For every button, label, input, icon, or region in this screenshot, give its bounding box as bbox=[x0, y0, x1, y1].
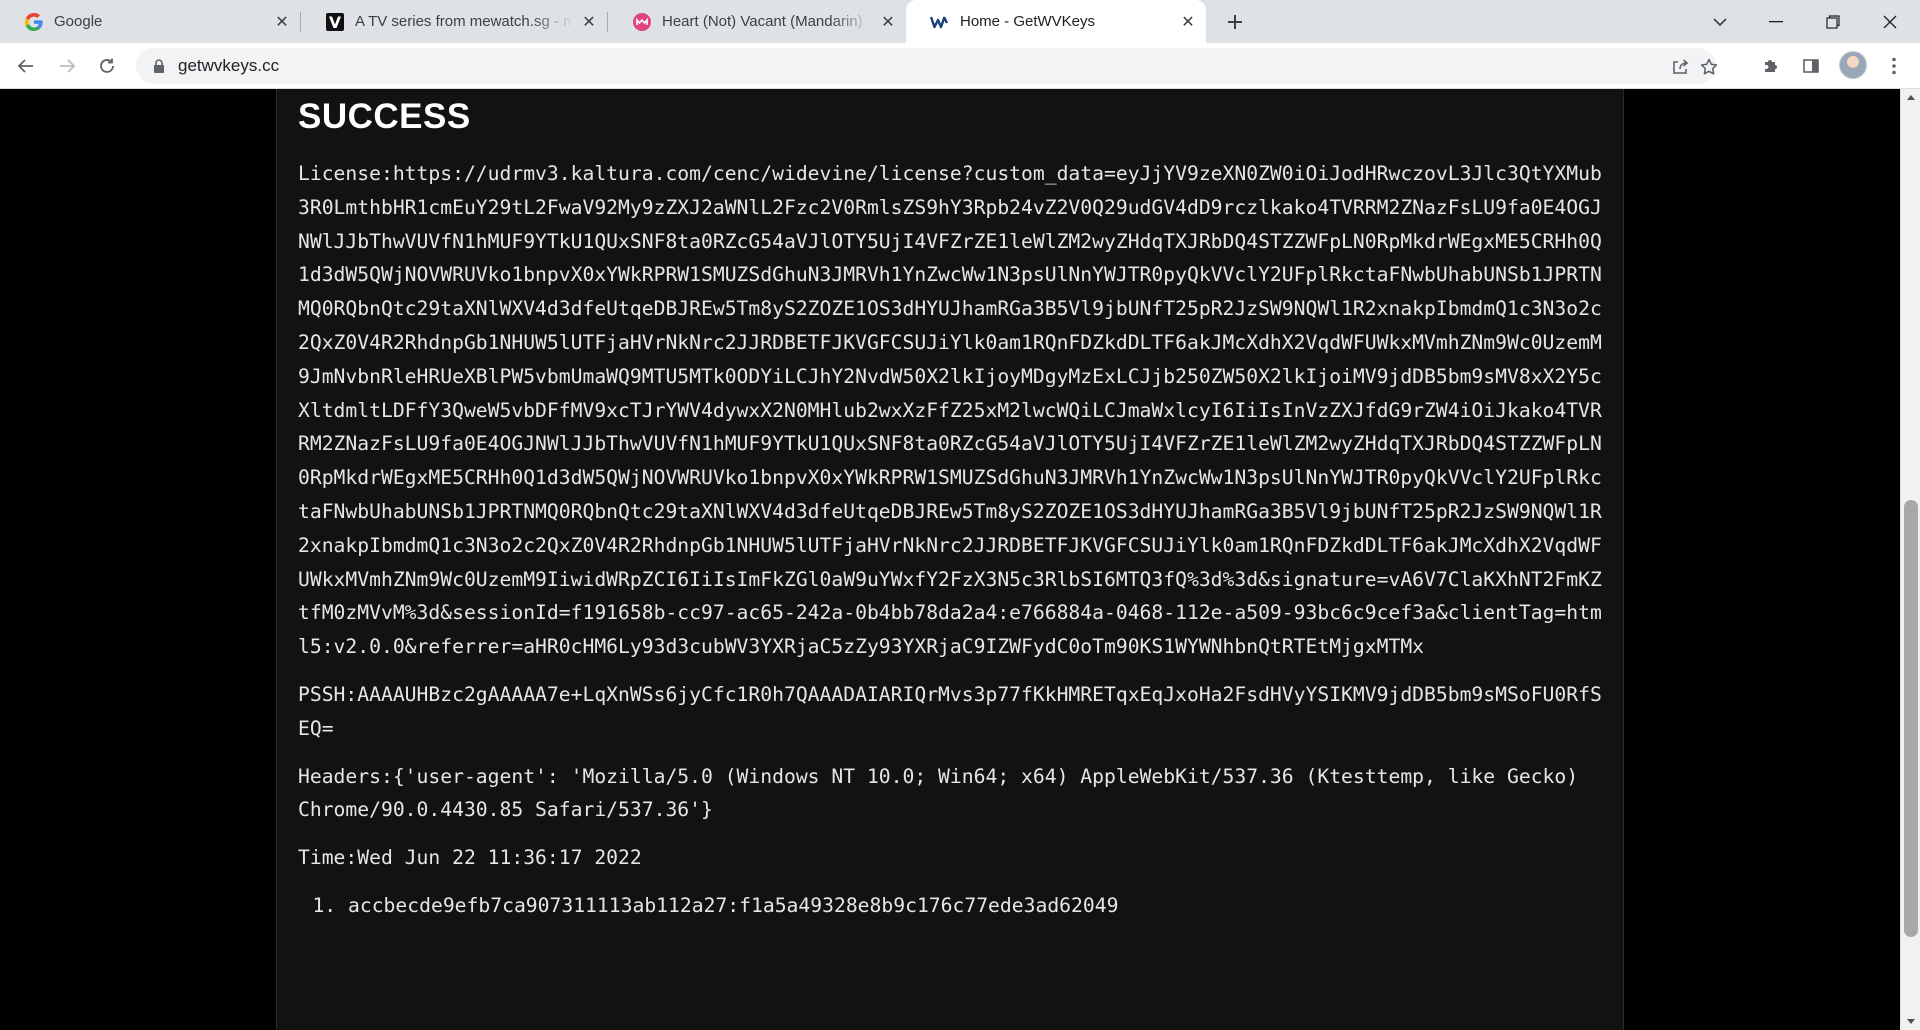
scrollbar[interactable] bbox=[1900, 89, 1920, 1030]
close-window-button[interactable] bbox=[1862, 0, 1918, 43]
close-icon[interactable]: ✕ bbox=[878, 12, 898, 32]
tab-strip: Google ✕ A TV series from mewatch.sg - m… bbox=[0, 0, 1920, 43]
forward-button[interactable] bbox=[51, 50, 83, 82]
tab-getwvkeys[interactable]: Home - GetWVKeys ✕ bbox=[906, 0, 1206, 43]
close-icon[interactable]: ✕ bbox=[1178, 12, 1198, 32]
plus-icon bbox=[1228, 15, 1242, 29]
triangle-down-icon bbox=[1907, 1019, 1915, 1024]
tab-title: Heart (Not) Vacant (Mandarin) bbox=[662, 13, 863, 30]
minimize-button[interactable] bbox=[1748, 0, 1804, 43]
tab-heart-not-vacant[interactable]: Heart (Not) Vacant (Mandarin) ✕ bbox=[608, 0, 906, 43]
triangle-up-icon bbox=[1907, 95, 1915, 100]
url-text[interactable]: getwvkeys.cc bbox=[178, 56, 279, 76]
share-icon[interactable] bbox=[1670, 57, 1690, 77]
reload-button[interactable] bbox=[91, 50, 123, 82]
tab-title: A TV series from mewatch.sg - mewatch bbox=[355, 13, 573, 30]
new-tab-button[interactable] bbox=[1220, 7, 1250, 37]
side-panel-icon bbox=[1803, 59, 1819, 73]
minimize-icon bbox=[1769, 20, 1783, 22]
scroll-thumb[interactable] bbox=[1904, 500, 1918, 937]
scroll-down-button[interactable] bbox=[1901, 1013, 1920, 1030]
close-icon[interactable]: ✕ bbox=[272, 12, 292, 32]
keys-list: accbecde9efb7ca907311113ab112a27:f1a5a49… bbox=[298, 889, 1602, 923]
close-icon[interactable]: ✕ bbox=[579, 12, 599, 32]
tab-search-button[interactable] bbox=[1692, 0, 1748, 43]
back-button[interactable] bbox=[10, 50, 42, 82]
tab-mewatch-series[interactable]: A TV series from mewatch.sg - mewatch ✕ bbox=[301, 0, 607, 43]
tab-title: Google bbox=[54, 13, 103, 30]
pssh-text: PSSH:AAAAUHBzc2gAAAAA7e+LqXnWSs6jyCfc1R0… bbox=[298, 682, 1602, 740]
mewatch-pink-logo-icon bbox=[632, 12, 652, 32]
bookmark-star-icon[interactable] bbox=[1699, 57, 1719, 77]
avatar[interactable] bbox=[1839, 51, 1867, 79]
restore-icon bbox=[1826, 14, 1840, 29]
license-text: License:https://udrmv3.kaltura.com/cenc/… bbox=[298, 162, 1602, 659]
headers-text: Headers:{'user-agent': 'Mozilla/5.0 (Win… bbox=[298, 764, 1579, 822]
time-text: Time:Wed Jun 22 11:36:17 2022 bbox=[298, 846, 642, 870]
close-icon bbox=[1883, 15, 1897, 28]
reload-icon bbox=[100, 58, 114, 73]
google-logo-icon bbox=[24, 12, 44, 32]
address-bar[interactable]: getwvkeys.cc bbox=[136, 48, 1719, 84]
arrow-right-icon bbox=[60, 59, 76, 73]
scroll-up-button[interactable] bbox=[1901, 89, 1920, 106]
page-title: SUCCESS bbox=[298, 97, 471, 136]
restore-button[interactable] bbox=[1805, 0, 1861, 43]
tab-google[interactable]: Google ✕ bbox=[0, 0, 300, 43]
chevron-down-icon bbox=[1713, 17, 1727, 26]
getwvkeys-logo-icon bbox=[930, 12, 950, 32]
tab-title: Home - GetWVKeys bbox=[960, 13, 1096, 30]
side-panel-button[interactable] bbox=[1799, 54, 1823, 78]
browser-menu-button[interactable] bbox=[1882, 54, 1906, 78]
extensions-button[interactable] bbox=[1759, 54, 1783, 78]
page-viewport: SUCCESS License:https://udrmv3.kaltura.c… bbox=[0, 89, 1920, 1030]
browser-toolbar: getwvkeys.cc bbox=[0, 43, 1920, 89]
mewatch-logo-icon bbox=[325, 12, 345, 32]
result-section: SUCCESS License:https://udrmv3.kaltura.c… bbox=[298, 95, 1602, 923]
puzzle-icon bbox=[1765, 60, 1777, 72]
content-panel: SUCCESS License:https://udrmv3.kaltura.c… bbox=[276, 89, 1624, 1030]
arrow-left-icon bbox=[17, 59, 33, 73]
lock-icon[interactable] bbox=[150, 57, 168, 75]
list-item: accbecde9efb7ca907311113ab112a27:f1a5a49… bbox=[348, 889, 1602, 923]
more-vertical-icon bbox=[1892, 57, 1896, 75]
